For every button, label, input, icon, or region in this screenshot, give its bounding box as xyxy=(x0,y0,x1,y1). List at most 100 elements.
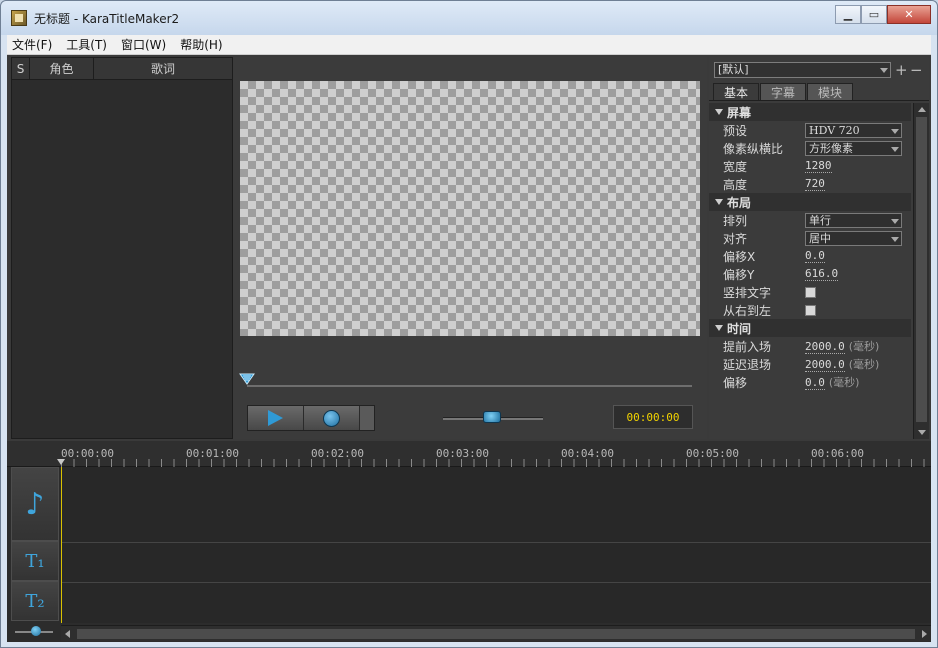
menu-tools[interactable]: 工具(T) xyxy=(66,36,107,53)
text-track-2-header[interactable]: T₂ xyxy=(11,581,59,621)
unit-label: (毫秒) xyxy=(828,376,860,389)
prop-label-lead-in: 提前入场 xyxy=(723,339,772,354)
record-button[interactable] xyxy=(304,406,360,430)
prop-label-vertical: 竖排文字 xyxy=(723,285,772,300)
music-track-header[interactable]: ♪ xyxy=(11,467,59,541)
play-button[interactable] xyxy=(248,406,304,430)
tab-module[interactable]: 模块 xyxy=(807,83,854,100)
lead-out-field[interactable]: 2000.0 xyxy=(805,358,845,372)
tab-basic[interactable]: 基本 xyxy=(713,83,760,100)
track-lanes[interactable] xyxy=(61,467,931,623)
chevron-down-icon xyxy=(880,68,888,73)
seek-marker-icon[interactable] xyxy=(239,373,255,385)
prop-row-vertical: 竖排文字 xyxy=(709,283,911,301)
menu-window[interactable]: 窗口(W) xyxy=(121,36,166,53)
right-to-left-checkbox[interactable] xyxy=(805,304,816,316)
align-select[interactable]: 居中 xyxy=(805,230,902,246)
scroll-thumb[interactable] xyxy=(77,629,915,639)
property-scrollbar[interactable] xyxy=(913,103,929,439)
chevron-down-icon xyxy=(891,128,899,134)
column-status[interactable]: S xyxy=(12,58,30,79)
lead-in-field[interactable]: 2000.0 xyxy=(805,340,845,354)
pixel-aspect-value: 方形像素 xyxy=(809,141,853,155)
lane-divider xyxy=(61,542,931,543)
tab-subtitle[interactable]: 字幕 xyxy=(760,83,807,100)
prop-label-offset-x: 偏移X xyxy=(723,249,756,264)
align-value: 居中 xyxy=(809,231,831,245)
prop-label-lead-out: 延迟退场 xyxy=(723,357,772,372)
preview-panel: 00:00:00 xyxy=(233,57,707,439)
property-tabs: 基本 字幕 模块 xyxy=(709,83,929,101)
maximize-button[interactable]: ▭ xyxy=(861,5,887,24)
timeline-scrollbar[interactable] xyxy=(61,625,931,641)
vertical-text-checkbox[interactable] xyxy=(805,286,816,298)
tick-label: 00:05:00 xyxy=(686,447,739,460)
title-bar: 无标题 - KaraTitleMaker2 ▁ ▭ ✕ xyxy=(1,1,937,35)
text-track-2-icon: T₂ xyxy=(25,590,45,612)
tick-label: 00:04:00 xyxy=(561,447,614,460)
scroll-thumb[interactable] xyxy=(916,117,927,422)
menu-help[interactable]: 帮助(H) xyxy=(180,36,222,53)
lyric-list-panel[interactable]: S 角色 歌词 xyxy=(11,57,233,439)
prop-row-lead-in: 提前入场 2000.0 (毫秒) xyxy=(709,337,911,355)
minimize-button[interactable]: ▁ xyxy=(835,5,861,24)
prop-row-rtl: 从右到左 xyxy=(709,301,911,319)
chevron-down-icon xyxy=(891,146,899,152)
text-track-1-icon: T₁ xyxy=(25,550,45,572)
section-screen-title: 屏幕 xyxy=(727,105,752,120)
add-preset-icon[interactable]: + xyxy=(895,63,908,78)
pixel-aspect-select[interactable]: 方形像素 xyxy=(805,140,902,156)
window-title: 无标题 - KaraTitleMaker2 xyxy=(34,12,180,26)
tick-label: 00:02:00 xyxy=(311,447,364,460)
tick-label: 00:01:00 xyxy=(186,447,239,460)
scroll-right-icon[interactable] xyxy=(922,630,927,638)
prop-row-lead-out: 延迟退场 2000.0 (毫秒) xyxy=(709,355,911,373)
offset-x-field[interactable]: 0.0 xyxy=(805,249,825,263)
chevron-down-icon xyxy=(891,218,899,224)
prop-label-height: 高度 xyxy=(723,177,748,192)
width-field[interactable]: 1280 xyxy=(805,159,832,173)
prop-label-align: 对齐 xyxy=(723,231,748,246)
prop-label-rtl: 从右到左 xyxy=(723,303,772,318)
remove-preset-icon[interactable]: − xyxy=(910,63,923,78)
timecode-display: 00:00:00 xyxy=(613,405,693,429)
property-panel: [默认] + − 基本 字幕 模块 屏幕 预设 HDV 720 像素纵横比 方形… xyxy=(709,57,929,439)
tick-label: 00:06:00 xyxy=(811,447,864,460)
collapse-icon xyxy=(715,325,723,331)
chevron-down-icon xyxy=(891,236,899,242)
scroll-down-icon[interactable] xyxy=(918,430,926,435)
column-lyrics[interactable]: 歌词 xyxy=(94,58,232,79)
prop-label-aspect: 像素纵横比 xyxy=(723,141,784,156)
zoom-slider-knob[interactable] xyxy=(31,626,41,636)
tick-label: 00:00:00 xyxy=(61,447,114,460)
preview-canvas[interactable] xyxy=(240,81,700,336)
time-ruler[interactable]: 00:00:00 00:01:00 00:02:00 00:03:00 00:0… xyxy=(7,441,931,467)
preset-dropdown[interactable]: [默认] xyxy=(714,62,891,78)
time-offset-field[interactable]: 0.0 xyxy=(805,376,825,390)
column-role[interactable]: 角色 xyxy=(30,58,94,79)
height-field[interactable]: 720 xyxy=(805,177,825,191)
seek-bar[interactable] xyxy=(247,385,692,387)
prop-row-width: 宽度 1280 xyxy=(709,157,911,175)
close-button[interactable]: ✕ xyxy=(887,5,931,24)
screen-preset-select[interactable]: HDV 720 xyxy=(805,122,902,138)
section-time[interactable]: 时间 xyxy=(709,319,911,337)
preset-dropdown-value: [默认] xyxy=(718,63,749,76)
scroll-up-icon[interactable] xyxy=(918,107,926,112)
prop-label-arrange: 排列 xyxy=(723,213,748,228)
window-controls: ▁ ▭ ✕ xyxy=(835,5,931,24)
scroll-left-icon[interactable] xyxy=(65,630,70,638)
prop-row-arrange: 排列 单行 xyxy=(709,211,911,229)
playhead-handle-icon[interactable] xyxy=(57,459,65,465)
tick-label: 00:03:00 xyxy=(436,447,489,460)
section-layout[interactable]: 布局 xyxy=(709,193,911,211)
offset-y-field[interactable]: 616.0 xyxy=(805,267,839,281)
text-track-1-header[interactable]: T₁ xyxy=(11,541,59,581)
section-layout-title: 布局 xyxy=(727,195,752,210)
menu-file[interactable]: 文件(F) xyxy=(12,36,52,53)
prop-row-preset: 预设 HDV 720 xyxy=(709,121,911,139)
volume-slider-knob[interactable] xyxy=(483,411,501,423)
arrange-select[interactable]: 单行 xyxy=(805,212,902,228)
section-screen[interactable]: 屏幕 xyxy=(709,103,911,121)
main-area: S 角色 歌词 00:00:00 [默认] + − 基本 字幕 模块 屏幕 预设… xyxy=(7,55,931,642)
